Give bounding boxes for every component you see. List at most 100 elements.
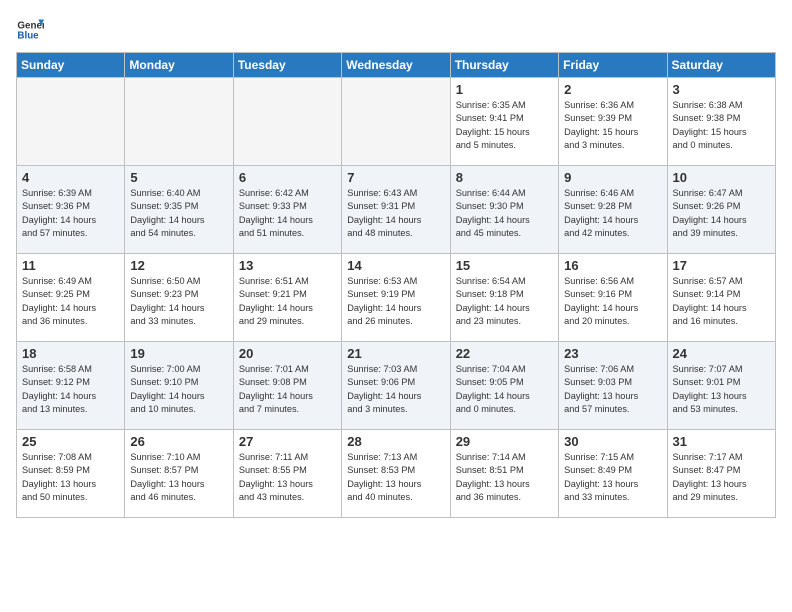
day-info: Sunrise: 6:44 AM Sunset: 9:30 PM Dayligh…	[456, 187, 553, 240]
day-info: Sunrise: 6:57 AM Sunset: 9:14 PM Dayligh…	[673, 275, 770, 328]
page-header: General Blue	[16, 16, 776, 44]
day-info: Sunrise: 7:17 AM Sunset: 8:47 PM Dayligh…	[673, 451, 770, 504]
day-cell: 17Sunrise: 6:57 AM Sunset: 9:14 PM Dayli…	[667, 254, 775, 342]
day-number: 16	[564, 258, 661, 273]
weekday-header-thursday: Thursday	[450, 53, 558, 78]
day-cell: 27Sunrise: 7:11 AM Sunset: 8:55 PM Dayli…	[233, 430, 341, 518]
day-number: 19	[130, 346, 227, 361]
day-number: 15	[456, 258, 553, 273]
day-info: Sunrise: 7:10 AM Sunset: 8:57 PM Dayligh…	[130, 451, 227, 504]
week-row-5: 25 Sunrise: 7:08 AM Sunset: 8:59 PM Dayli…	[17, 430, 776, 518]
weekday-header-monday: Monday	[125, 53, 233, 78]
day-cell: 11 Sunrise: 6:49 AM Sunset: 9:25 PM Dayli…	[17, 254, 125, 342]
day-cell: 20 Sunrise: 7:01 AM Sunset: 9:08 PM Dayli…	[233, 342, 341, 430]
day-cell	[233, 78, 341, 166]
day-cell: 19 Sunrise: 7:00 AM Sunset: 9:10 PM Dayli…	[125, 342, 233, 430]
day-number: 12	[130, 258, 227, 273]
day-info: Sunrise: 6:42 AM Sunset: 9:33 PM Dayligh…	[239, 187, 336, 240]
day-info: Sunrise: 6:39 AM Sunset: 9:36 PM Dayligh…	[22, 187, 119, 240]
day-number: 1	[456, 82, 553, 97]
day-cell: 12 Sunrise: 6:50 AM Sunset: 9:23 PM Dayli…	[125, 254, 233, 342]
day-number: 29	[456, 434, 553, 449]
day-number: 23	[564, 346, 661, 361]
day-info: Sunrise: 7:08 AM Sunset: 8:59 PM Dayligh…	[22, 451, 119, 504]
day-cell: 6 Sunrise: 6:42 AM Sunset: 9:33 PM Daylig…	[233, 166, 341, 254]
week-row-1: 1 Sunrise: 6:35 AM Sunset: 9:41 PM Daylig…	[17, 78, 776, 166]
day-cell: 16 Sunrise: 6:56 AM Sunset: 9:16 PM Dayli…	[559, 254, 667, 342]
day-number: 22	[456, 346, 553, 361]
day-info: Sunrise: 7:01 AM Sunset: 9:08 PM Dayligh…	[239, 363, 336, 416]
day-number: 10	[673, 170, 770, 185]
day-number: 20	[239, 346, 336, 361]
day-info: Sunrise: 6:36 AM Sunset: 9:39 PM Dayligh…	[564, 99, 661, 152]
svg-text:Blue: Blue	[17, 30, 39, 41]
day-cell	[342, 78, 450, 166]
day-info: Sunrise: 7:15 AM Sunset: 8:49 PM Dayligh…	[564, 451, 661, 504]
day-cell: 8 Sunrise: 6:44 AM Sunset: 9:30 PM Daylig…	[450, 166, 558, 254]
weekday-header-row: SundayMondayTuesdayWednesdayThursdayFrid…	[17, 53, 776, 78]
calendar-table: SundayMondayTuesdayWednesdayThursdayFrid…	[16, 52, 776, 518]
day-number: 28	[347, 434, 444, 449]
day-cell: 3Sunrise: 6:38 AM Sunset: 9:38 PM Daylig…	[667, 78, 775, 166]
day-number: 21	[347, 346, 444, 361]
day-cell: 31 Sunrise: 7:17 AM Sunset: 8:47 PM Dayli…	[667, 430, 775, 518]
day-info: Sunrise: 7:04 AM Sunset: 9:05 PM Dayligh…	[456, 363, 553, 416]
day-cell: 24 Sunrise: 7:07 AM Sunset: 9:01 PM Dayli…	[667, 342, 775, 430]
day-info: Sunrise: 6:35 AM Sunset: 9:41 PM Dayligh…	[456, 99, 553, 152]
weekday-header-friday: Friday	[559, 53, 667, 78]
day-number: 25	[22, 434, 119, 449]
week-row-2: 4 Sunrise: 6:39 AM Sunset: 9:36 PM Daylig…	[17, 166, 776, 254]
day-cell: 21 Sunrise: 7:03 AM Sunset: 9:06 PM Dayli…	[342, 342, 450, 430]
day-cell: 26 Sunrise: 7:10 AM Sunset: 8:57 PM Dayli…	[125, 430, 233, 518]
day-number: 9	[564, 170, 661, 185]
day-info: Sunrise: 6:51 AM Sunset: 9:21 PM Dayligh…	[239, 275, 336, 328]
day-number: 27	[239, 434, 336, 449]
day-number: 31	[673, 434, 770, 449]
day-number: 11	[22, 258, 119, 273]
day-number: 13	[239, 258, 336, 273]
week-row-3: 11 Sunrise: 6:49 AM Sunset: 9:25 PM Dayli…	[17, 254, 776, 342]
day-info: Sunrise: 7:07 AM Sunset: 9:01 PM Dayligh…	[673, 363, 770, 416]
day-cell: 9 Sunrise: 6:46 AM Sunset: 9:28 PM Daylig…	[559, 166, 667, 254]
day-info: Sunrise: 6:49 AM Sunset: 9:25 PM Dayligh…	[22, 275, 119, 328]
day-cell: 10Sunrise: 6:47 AM Sunset: 9:26 PM Dayli…	[667, 166, 775, 254]
day-cell: 23 Sunrise: 7:06 AM Sunset: 9:03 PM Dayli…	[559, 342, 667, 430]
day-info: Sunrise: 7:03 AM Sunset: 9:06 PM Dayligh…	[347, 363, 444, 416]
day-cell: 28 Sunrise: 7:13 AM Sunset: 8:53 PM Dayli…	[342, 430, 450, 518]
day-info: Sunrise: 6:40 AM Sunset: 9:35 PM Dayligh…	[130, 187, 227, 240]
day-info: Sunrise: 6:50 AM Sunset: 9:23 PM Dayligh…	[130, 275, 227, 328]
day-number: 7	[347, 170, 444, 185]
day-cell: 29Sunrise: 7:14 AM Sunset: 8:51 PM Dayli…	[450, 430, 558, 518]
weekday-header-sunday: Sunday	[17, 53, 125, 78]
day-info: Sunrise: 6:54 AM Sunset: 9:18 PM Dayligh…	[456, 275, 553, 328]
day-info: Sunrise: 6:46 AM Sunset: 9:28 PM Dayligh…	[564, 187, 661, 240]
day-info: Sunrise: 6:43 AM Sunset: 9:31 PM Dayligh…	[347, 187, 444, 240]
day-number: 8	[456, 170, 553, 185]
day-number: 4	[22, 170, 119, 185]
weekday-header-wednesday: Wednesday	[342, 53, 450, 78]
day-info: Sunrise: 7:06 AM Sunset: 9:03 PM Dayligh…	[564, 363, 661, 416]
day-info: Sunrise: 7:13 AM Sunset: 8:53 PM Dayligh…	[347, 451, 444, 504]
day-number: 26	[130, 434, 227, 449]
day-cell: 1 Sunrise: 6:35 AM Sunset: 9:41 PM Daylig…	[450, 78, 558, 166]
day-info: Sunrise: 6:56 AM Sunset: 9:16 PM Dayligh…	[564, 275, 661, 328]
day-number: 24	[673, 346, 770, 361]
day-cell: 4 Sunrise: 6:39 AM Sunset: 9:36 PM Daylig…	[17, 166, 125, 254]
day-cell	[125, 78, 233, 166]
day-cell: 22 Sunrise: 7:04 AM Sunset: 9:05 PM Dayli…	[450, 342, 558, 430]
day-number: 2	[564, 82, 661, 97]
day-cell: 30Sunrise: 7:15 AM Sunset: 8:49 PM Dayli…	[559, 430, 667, 518]
day-number: 6	[239, 170, 336, 185]
day-cell: 25 Sunrise: 7:08 AM Sunset: 8:59 PM Dayli…	[17, 430, 125, 518]
day-info: Sunrise: 6:53 AM Sunset: 9:19 PM Dayligh…	[347, 275, 444, 328]
day-number: 5	[130, 170, 227, 185]
day-cell: 13 Sunrise: 6:51 AM Sunset: 9:21 PM Dayli…	[233, 254, 341, 342]
day-cell: 7 Sunrise: 6:43 AM Sunset: 9:31 PM Daylig…	[342, 166, 450, 254]
day-cell: 5 Sunrise: 6:40 AM Sunset: 9:35 PM Daylig…	[125, 166, 233, 254]
weekday-header-tuesday: Tuesday	[233, 53, 341, 78]
day-info: Sunrise: 7:00 AM Sunset: 9:10 PM Dayligh…	[130, 363, 227, 416]
day-cell: 14 Sunrise: 6:53 AM Sunset: 9:19 PM Dayli…	[342, 254, 450, 342]
day-cell: 15 Sunrise: 6:54 AM Sunset: 9:18 PM Dayli…	[450, 254, 558, 342]
day-number: 18	[22, 346, 119, 361]
day-number: 14	[347, 258, 444, 273]
